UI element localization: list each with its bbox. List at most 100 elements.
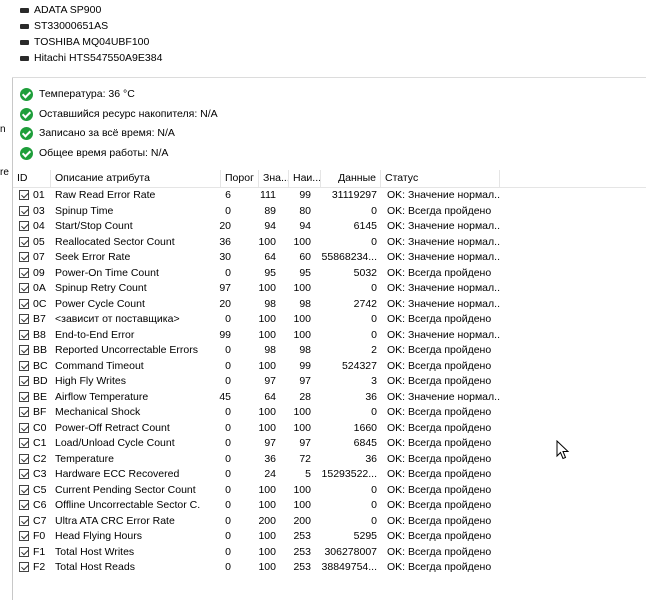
table-row[interactable]: BD High Fly Writes 0 97 97 3 OK: Всегда пройде… [13, 374, 646, 390]
attribute-checkbox[interactable] [19, 252, 29, 262]
attribute-worst: 5 [305, 468, 311, 480]
attribute-id: B8 [33, 328, 46, 341]
attribute-threshold: 6 [225, 189, 231, 201]
drive-item[interactable]: TOSHIBA MQ04UBF100 [20, 34, 149, 50]
table-row[interactable]: C5 Current Pending Sector Count 0 100 100 0 OK… [13, 483, 646, 499]
attribute-checkbox[interactable] [19, 205, 29, 216]
attribute-status: OK: Значение нормал... [387, 220, 500, 232]
table-row[interactable]: 09 Power-On Time Count 0 95 95 5032 OK: Всегда… [13, 266, 646, 282]
attribute-checkbox[interactable] [19, 438, 29, 448]
attribute-checkbox[interactable] [19, 345, 29, 355]
attribute-id: C5 [33, 483, 47, 496]
table-row[interactable]: BB Reported Uncorrectable Errors 0 98 98 2 OK:… [13, 343, 646, 359]
table-row[interactable]: BC Command Timeout 0 100 99 524327 OK: Всегда … [13, 359, 646, 375]
column-header-status[interactable]: Статус [381, 170, 500, 187]
table-row[interactable]: 0C Power Cycle Count 20 98 98 2742 OK: Значени… [13, 297, 646, 313]
attribute-worst: 94 [299, 220, 311, 232]
attribute-status: OK: Всегда пройдено [387, 530, 492, 542]
attribute-status: OK: Всегда пройдено [387, 266, 492, 279]
table-row[interactable]: 07 Seek Error Rate 30 64 60 55868234... OK: Зн… [13, 250, 646, 266]
drive-list[interactable]: ADATA SP900 ST33000651AS TOSHIBA MQ04UBF… [12, 0, 646, 78]
attribute-checkbox[interactable] [19, 407, 29, 417]
table-row[interactable]: 01 Raw Read Error Rate 6 111 99 31119297 OK: З… [13, 188, 646, 204]
attribute-checkbox[interactable] [19, 267, 29, 278]
table-header: ID Описание атрибута Порог Зна... Наи...… [13, 170, 646, 188]
attribute-status: OK: Всегда пройдено [387, 421, 492, 434]
drive-label: ADATA SP900 [34, 4, 102, 16]
attribute-worst: 97 [299, 375, 311, 387]
attribute-checkbox[interactable] [19, 469, 29, 479]
attribute-checkbox[interactable] [19, 298, 29, 309]
table-row[interactable]: C3 Hardware ECC Recovered 0 24 5 15293522... O… [13, 467, 646, 483]
attribute-checkbox[interactable] [19, 562, 29, 572]
attribute-raw-data: 0 [371, 313, 377, 325]
attribute-checkbox[interactable] [19, 376, 29, 386]
drive-item[interactable]: Hitachi HTS547550A9E384 [20, 50, 162, 66]
attribute-name: Reallocated Sector Count [55, 235, 175, 248]
drive-item[interactable]: ST33000651AS [20, 18, 108, 34]
attribute-checkbox[interactable] [19, 515, 29, 526]
attribute-raw-data: 306278007 [324, 545, 377, 558]
column-header-threshold[interactable]: Порог [221, 170, 259, 187]
attribute-threshold: 30 [219, 251, 231, 263]
attribute-checkbox[interactable] [19, 283, 29, 293]
attribute-checkbox[interactable] [19, 236, 29, 247]
table-row[interactable]: F1 Total Host Writes 0 100 253 306278007 OK: В… [13, 545, 646, 561]
table-row[interactable]: C2 Temperature 0 36 72 36 OK: Всегда пройдено [13, 452, 646, 468]
column-header-worst[interactable]: Наи... [289, 170, 321, 187]
attribute-status: OK: Всегда пройдено [387, 468, 492, 480]
attribute-name: Spinup Retry Count [55, 282, 147, 294]
column-header-description[interactable]: Описание атрибута [51, 170, 221, 187]
table-row[interactable]: C7 Ultra ATA CRC Error Rate 0 200 200 0 OK: Вс… [13, 514, 646, 530]
temperature-info: Температура: 36 °C [20, 85, 135, 103]
table-row[interactable]: F0 Head Flying Hours 0 100 253 5295 OK: Всегда… [13, 529, 646, 545]
table-row[interactable]: B8 End-to-End Error 99 100 100 0 OK: Значение … [13, 328, 646, 344]
attribute-checkbox[interactable] [19, 221, 29, 231]
attribute-worst: 28 [299, 390, 311, 403]
attribute-checkbox[interactable] [19, 391, 29, 402]
table-row[interactable]: C6 Offline Uncorrectable Sector C... 0 100 1… [13, 498, 646, 514]
attribute-raw-data: 0 [371, 514, 377, 527]
table-row[interactable]: B7 <зависит от поставщика> 0 100 100 0 OK: Все… [13, 312, 646, 328]
attribute-checkbox[interactable] [19, 314, 29, 324]
table-row[interactable]: BF Mechanical Shock 0 100 100 0 OK: Всегда про… [13, 405, 646, 421]
attribute-name: Offline Uncorrectable Sector C... [55, 499, 201, 511]
column-header-id[interactable]: ID [13, 170, 51, 187]
attribute-id: 05 [33, 235, 45, 248]
table-row[interactable]: 04 Start/Stop Count 20 94 94 6145 OK: Значение… [13, 219, 646, 235]
attribute-checkbox[interactable] [19, 329, 29, 340]
attribute-threshold: 0 [225, 545, 231, 558]
attribute-id: 04 [33, 220, 45, 232]
column-header-value[interactable]: Зна... [259, 170, 289, 187]
attribute-raw-data: 524327 [341, 359, 377, 372]
attribute-id: B7 [33, 313, 46, 325]
attribute-checkbox[interactable] [19, 190, 29, 200]
attribute-value: 89 [264, 204, 276, 217]
attribute-checkbox[interactable] [19, 500, 29, 510]
table-row[interactable]: C1 Load/Unload Cycle Count 0 97 97 6845 OK: Вс… [13, 436, 646, 452]
attribute-value: 36 [264, 452, 276, 465]
attribute-checkbox[interactable] [19, 484, 29, 495]
table-row[interactable]: 05 Reallocated Sector Count 36 100 100 0 OK: З… [13, 235, 646, 251]
attribute-checkbox[interactable] [19, 422, 29, 433]
drive-item[interactable]: ADATA SP900 [20, 2, 101, 18]
table-row[interactable]: BE Airflow Temperature 45 64 28 36 OK: Значени… [13, 390, 646, 406]
attribute-worst: 100 [293, 483, 311, 496]
table-row[interactable]: 0A Spinup Retry Count 97 100 100 0 OK: Значени… [13, 281, 646, 297]
attribute-checkbox[interactable] [19, 546, 29, 557]
attribute-status: OK: Значение нормал... [387, 297, 500, 310]
attribute-worst: 200 [293, 514, 311, 527]
table-row[interactable]: F2 Total Host Reads 0 100 253 38849754... OK: … [13, 560, 646, 576]
column-header-data[interactable]: Данные [321, 170, 381, 187]
table-row[interactable]: 03 Spinup Time 0 89 80 0 OK: Всегда пройдено [13, 204, 646, 220]
attribute-threshold: 0 [225, 483, 231, 496]
attribute-checkbox[interactable] [19, 360, 29, 371]
attribute-raw-data: 0 [371, 204, 377, 217]
attribute-id: 07 [33, 251, 45, 263]
table-row[interactable]: C0 Power-Off Retract Count 0 100 100 1660 OK: … [13, 421, 646, 437]
attribute-checkbox[interactable] [19, 453, 29, 464]
attribute-status: OK: Всегда пройдено [387, 499, 492, 511]
attribute-checkbox[interactable] [19, 531, 29, 541]
attribute-threshold: 0 [225, 437, 231, 449]
attribute-name: Total Host Reads [55, 561, 135, 573]
